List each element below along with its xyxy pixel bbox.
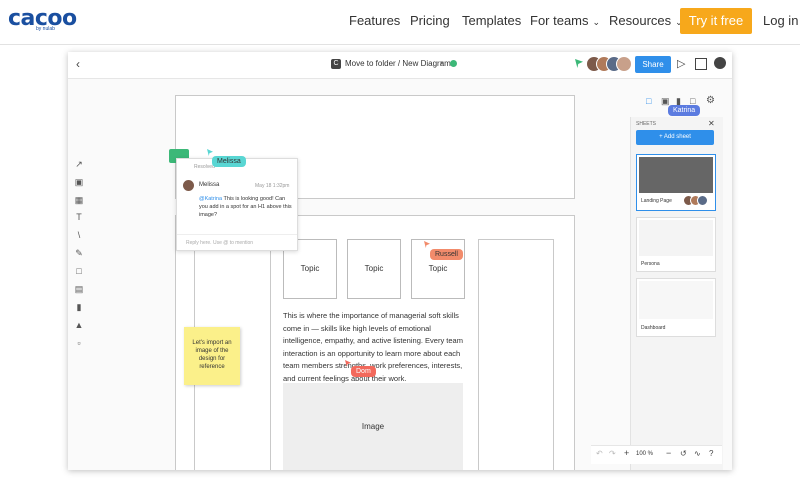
divider — [177, 234, 297, 235]
history-icon[interactable]: ↺ — [680, 449, 687, 458]
sheet-thumb-persona[interactable]: Persona — [636, 217, 716, 272]
back-icon[interactable]: ‹ — [76, 57, 80, 71]
activity-icon[interactable]: ∿ — [694, 449, 701, 458]
cursor-tag-dom: Dom — [351, 366, 376, 377]
share-button[interactable]: Share — [635, 56, 671, 73]
sheets-panel: SHEETS ✕ + Add sheet Landing Page Person… — [630, 117, 723, 470]
try-it-free-button[interactable]: Try it free — [680, 8, 752, 34]
avatar[interactable] — [616, 56, 632, 72]
sheet-thumb-landing[interactable]: Landing Page — [636, 154, 716, 211]
nav-templates[interactable]: Templates — [462, 13, 521, 28]
nav-resources-label: Resources — [609, 13, 672, 28]
line-tool-icon[interactable]: \ — [74, 230, 84, 240]
nulab-byline: by nulab — [36, 26, 55, 32]
zoom-in-icon[interactable]: + — [624, 448, 629, 458]
cacoo-app-icon: C — [331, 59, 341, 69]
comment-popup: Resolved Melissa May 18 1:32pm @Katrina … — [176, 158, 298, 251]
image-placeholder[interactable]: Image — [283, 383, 463, 470]
sheet-preview — [639, 220, 713, 256]
sticky-note[interactable]: Let's import an image of the design for … — [184, 327, 240, 385]
zoom-bar: ↶ ↷ + 100 % − ↺ ∿ ? — [591, 445, 722, 464]
zoom-out-icon[interactable]: − — [666, 448, 671, 458]
comment-time: May 18 1:32pm — [255, 183, 290, 189]
body-text[interactable]: This is where the importance of manageri… — [283, 310, 469, 385]
cursor-tag-katrina: Katrina — [668, 105, 701, 116]
nav-for-teams[interactable]: For teams ⌄ — [530, 13, 600, 28]
chevron-down-icon: ⌄ — [592, 17, 601, 27]
close-icon[interactable]: ✕ — [708, 119, 715, 128]
right-column[interactable] — [478, 239, 554, 470]
export-icon[interactable] — [695, 58, 707, 70]
present-icon[interactable]: ▷ — [677, 57, 685, 70]
image-tool-icon[interactable]: ▲ — [74, 320, 84, 330]
gear-icon[interactable]: ⚙ — [706, 95, 715, 106]
zoom-level[interactable]: 100 % — [636, 451, 653, 457]
sticky-tool-icon[interactable]: □ — [74, 266, 84, 276]
comment-text: @Katrina This is looking good! Can you a… — [199, 195, 292, 219]
grid-tool-icon[interactable]: ▦ — [74, 195, 84, 205]
diagram-canvas[interactable]: ↗ ▣ ▦ T \ ✎ □ ▤ ▮ ▲ ▫ Topic Topic Topic … — [68, 79, 732, 470]
help-icon[interactable]: ? — [709, 449, 713, 458]
comment-author: Melissa — [199, 182, 220, 188]
nav-pricing[interactable]: Pricing — [410, 13, 450, 28]
avatar — [182, 179, 195, 192]
account-icon[interactable] — [714, 57, 726, 69]
topic-box[interactable]: Topic — [411, 239, 465, 299]
sheet-name: Persona — [641, 261, 660, 267]
breadcrumb[interactable]: Move to folder / New Diagram — [345, 59, 451, 68]
page-icon[interactable]: □ — [646, 96, 651, 106]
cursor-icon — [575, 59, 583, 68]
sheet-name: Landing Page — [641, 198, 672, 204]
sheet-name: Dashboard — [641, 325, 666, 331]
pen-tool-icon[interactable]: ✎ — [74, 248, 84, 258]
select-tool-icon[interactable]: ↗ — [74, 159, 84, 169]
sheet-thumb-dashboard[interactable]: Dashboard — [636, 278, 716, 337]
nav-resources[interactable]: Resources ⌄ — [609, 13, 683, 28]
avatar — [697, 195, 708, 206]
comment-tool-icon[interactable]: ▫ — [74, 338, 84, 348]
redo-icon[interactable]: ↷ — [609, 449, 616, 458]
chart-tool-icon[interactable]: ▮ — [74, 302, 84, 312]
reply-input[interactable]: Reply here. Use @ to mention — [186, 240, 253, 246]
cursor-tag-melissa: Melissa — [212, 156, 246, 167]
add-sheet-button[interactable]: + Add sheet — [636, 130, 714, 145]
saved-check-icon — [450, 60, 457, 67]
nav-for-teams-label: For teams — [530, 13, 589, 28]
caret-down-icon[interactable]: ▾ — [440, 59, 444, 67]
topic-box[interactable]: Topic — [347, 239, 401, 299]
editor-toolbar: ‹ C Move to folder / New Diagram ▾ Share… — [68, 52, 732, 79]
cursor-tag-russell: Russell — [430, 249, 463, 260]
table-tool-icon[interactable]: ▤ — [74, 284, 84, 294]
mention[interactable]: @Katrina — [199, 196, 222, 202]
nav-features[interactable]: Features — [349, 13, 400, 28]
sheets-title: SHEETS — [636, 121, 657, 127]
text-tool-icon[interactable]: T — [74, 212, 84, 222]
sheet-preview — [639, 281, 713, 319]
sheet-preview — [639, 157, 713, 193]
shape-tool-icon[interactable]: ▣ — [74, 177, 84, 187]
undo-icon[interactable]: ↶ — [596, 449, 603, 458]
login-link[interactable]: Log in — [763, 13, 798, 28]
editor-window: ‹ C Move to folder / New Diagram ▾ Share… — [68, 52, 732, 470]
site-header: cacoo by nulab Features Pricing Template… — [0, 0, 800, 45]
